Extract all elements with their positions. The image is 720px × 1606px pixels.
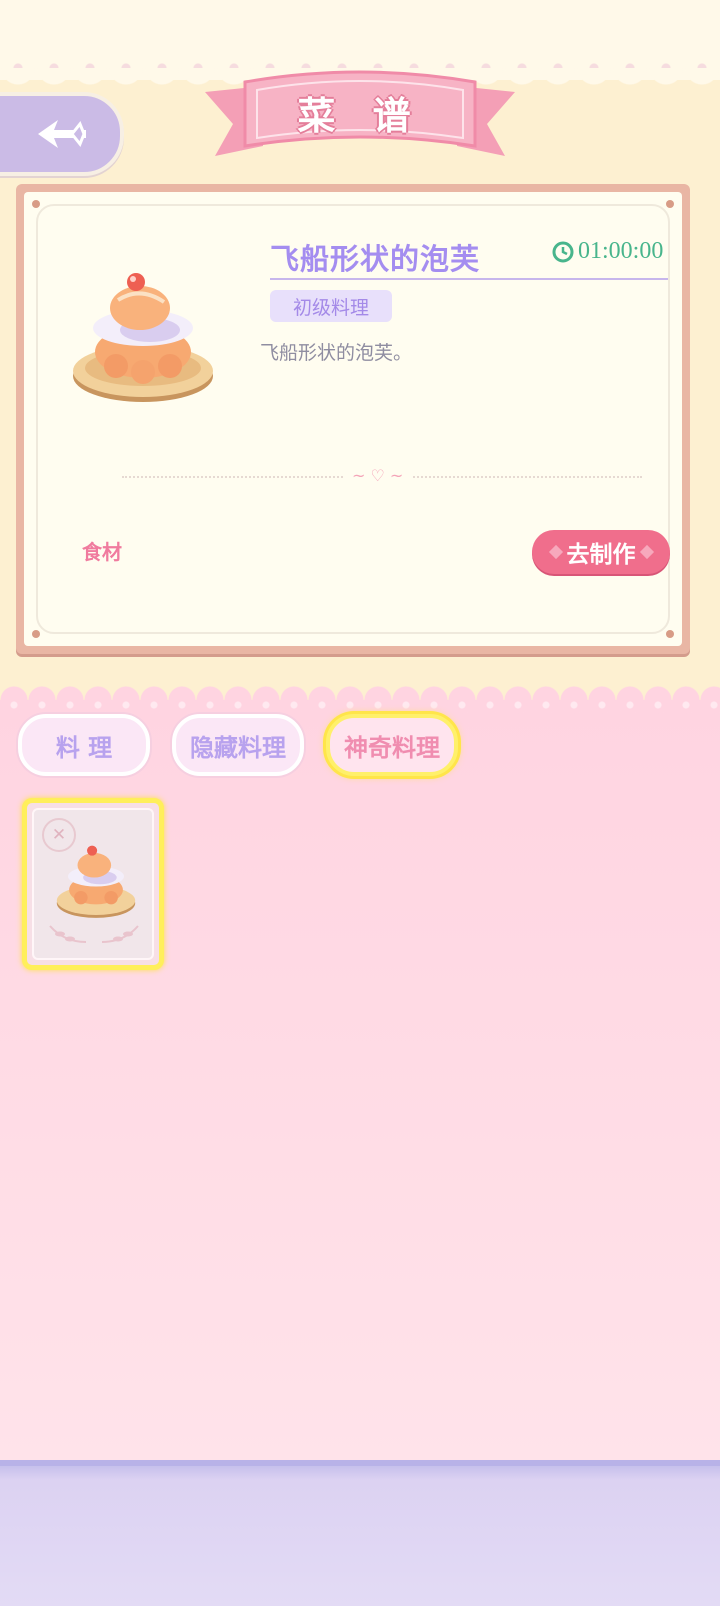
bow-icon: ~ ♡ ~ xyxy=(344,466,412,485)
title-underline xyxy=(270,278,668,280)
recipe-description: 飞船形状的泡芙。 xyxy=(260,342,413,364)
diamond-icon xyxy=(548,544,563,560)
card-corner-dot xyxy=(666,630,674,638)
card-corner-dot xyxy=(32,200,40,208)
cream-puff-thumbnail xyxy=(56,845,136,918)
ingredients-label: 食材 xyxy=(82,540,122,564)
tab-hidden-cooking[interactable]: 隐藏料理 xyxy=(172,714,304,776)
laurel-icon xyxy=(49,925,139,943)
tab-cooking[interactable]: 料 理 xyxy=(18,714,150,776)
cook-timer: 01:00:00 xyxy=(552,238,663,265)
tab-label: 料 理 xyxy=(55,733,113,762)
back-arrow-icon xyxy=(38,120,86,148)
title-ribbon: 菜 谱 xyxy=(205,68,515,168)
clock-icon xyxy=(552,241,574,262)
recipe-name: 飞船形状的泡芙 xyxy=(270,242,481,276)
make-button-label: 去制作 xyxy=(566,542,636,568)
pink-lace-border xyxy=(0,686,720,714)
page-title: 菜 谱 xyxy=(297,93,423,138)
card-corner-dot xyxy=(666,200,674,208)
tab-label: 神奇料理 xyxy=(344,733,440,762)
tab-label: 隐藏料理 xyxy=(190,733,286,762)
recipe-slot[interactable]: ✕ xyxy=(22,798,164,970)
tab-magic-cooking[interactable]: 神奇料理 xyxy=(326,714,458,776)
timer-value: 01:00:00 xyxy=(578,238,664,264)
back-button[interactable] xyxy=(0,92,124,176)
diamond-icon xyxy=(639,544,654,560)
level-badge: 初级料理 xyxy=(270,290,392,322)
cream-puff-image xyxy=(73,273,213,402)
make-button[interactable]: 去制作 xyxy=(532,530,670,574)
recipe-detail-card: 飞船形状的泡芙 01:00:00 初级料理 飞船形状的泡芙。 ~ ♡ ~ 食材 … xyxy=(16,184,690,654)
card-corner-dot xyxy=(32,630,40,638)
bottom-bar xyxy=(0,1460,720,1606)
